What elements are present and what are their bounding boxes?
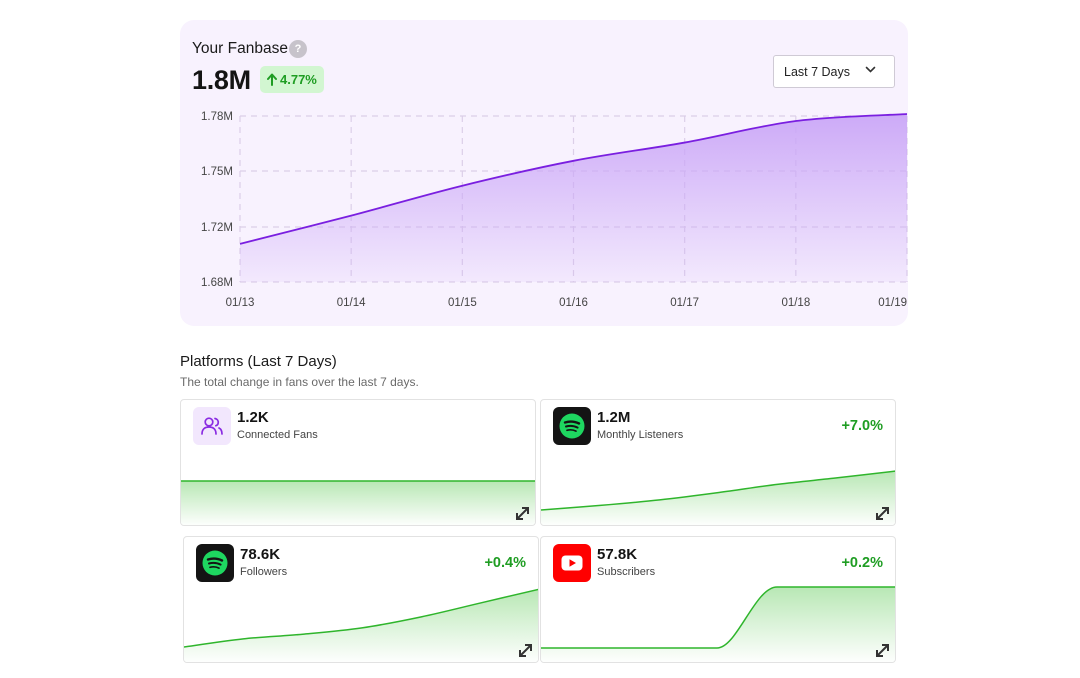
sparkline-area [184, 589, 538, 662]
fanbase-card: 1.78M 1.75M 1.72M 1.68M 01/13 01/14 01/15 01/16… [180, 20, 908, 326]
arrow-up-icon [267, 73, 277, 86]
platform-label: Connected Fans [237, 429, 318, 441]
platform-change: +7.0% [841, 418, 883, 434]
help-icon[interactable]: ? [289, 40, 307, 58]
platform-change: +0.4% [484, 555, 526, 571]
x-tick-label: 01/17 [670, 297, 699, 309]
expand-icon[interactable] [876, 507, 889, 520]
date-range-select[interactable]: Last 7 Days [773, 55, 895, 88]
sparkline-area [541, 471, 895, 525]
platform-card-connected-fans[interactable]: 1.2K Connected Fans [180, 399, 536, 526]
x-tick-label: 01/16 [559, 297, 588, 309]
spotify-icon [196, 544, 234, 582]
x-tick-label: 01/13 [226, 297, 255, 309]
platform-value: 57.8K [597, 546, 638, 563]
fanbase-title: Your Fanbase [192, 40, 288, 57]
people-icon [193, 407, 231, 445]
platform-card-monthly-listeners[interactable]: 1.2M Monthly Listeners +7.0% [540, 399, 896, 526]
sparkline [181, 480, 535, 525]
change-badge: 4.77% [260, 66, 324, 93]
y-tick-label: 1.72M [201, 222, 233, 234]
platform-value: 1.2K [237, 409, 269, 426]
platforms-subtitle: The total change in fans over the last 7… [180, 375, 419, 389]
x-tick-label: 01/18 [781, 297, 810, 309]
sparkline-area [181, 481, 535, 525]
youtube-icon [553, 544, 591, 582]
platform-change: +0.2% [841, 555, 883, 571]
date-range-label: Last 7 Days [784, 64, 851, 79]
platforms-title: Platforms (Last 7 Days) [180, 353, 337, 370]
platform-label: Followers [240, 566, 288, 578]
platform-card-subscribers[interactable]: 57.8K Subscribers +0.2% [540, 536, 896, 663]
change-value: 4.77% [280, 72, 317, 87]
chevron-down-icon [865, 66, 876, 73]
spotify-icon [553, 407, 591, 445]
x-tick-label: 01/15 [448, 297, 477, 309]
expand-icon[interactable] [876, 644, 889, 657]
x-tick-label: 01/14 [337, 297, 366, 309]
x-tick-label: 01/19 [878, 297, 907, 309]
platform-label: Subscribers [597, 566, 656, 578]
expand-icon[interactable] [516, 507, 529, 520]
y-tick-label: 1.68M [201, 277, 233, 289]
platform-value: 78.6K [240, 546, 281, 563]
expand-icon[interactable] [519, 644, 532, 657]
platform-value: 1.2M [597, 409, 631, 426]
fanbase-total: 1.8M [192, 65, 251, 95]
platform-label: Monthly Listeners [597, 429, 684, 441]
platform-card-followers[interactable]: 78.6K Followers +0.4% [183, 536, 539, 663]
y-tick-label: 1.75M [201, 166, 233, 178]
y-tick-label: 1.78M [201, 111, 233, 123]
sparkline-area [541, 587, 895, 662]
